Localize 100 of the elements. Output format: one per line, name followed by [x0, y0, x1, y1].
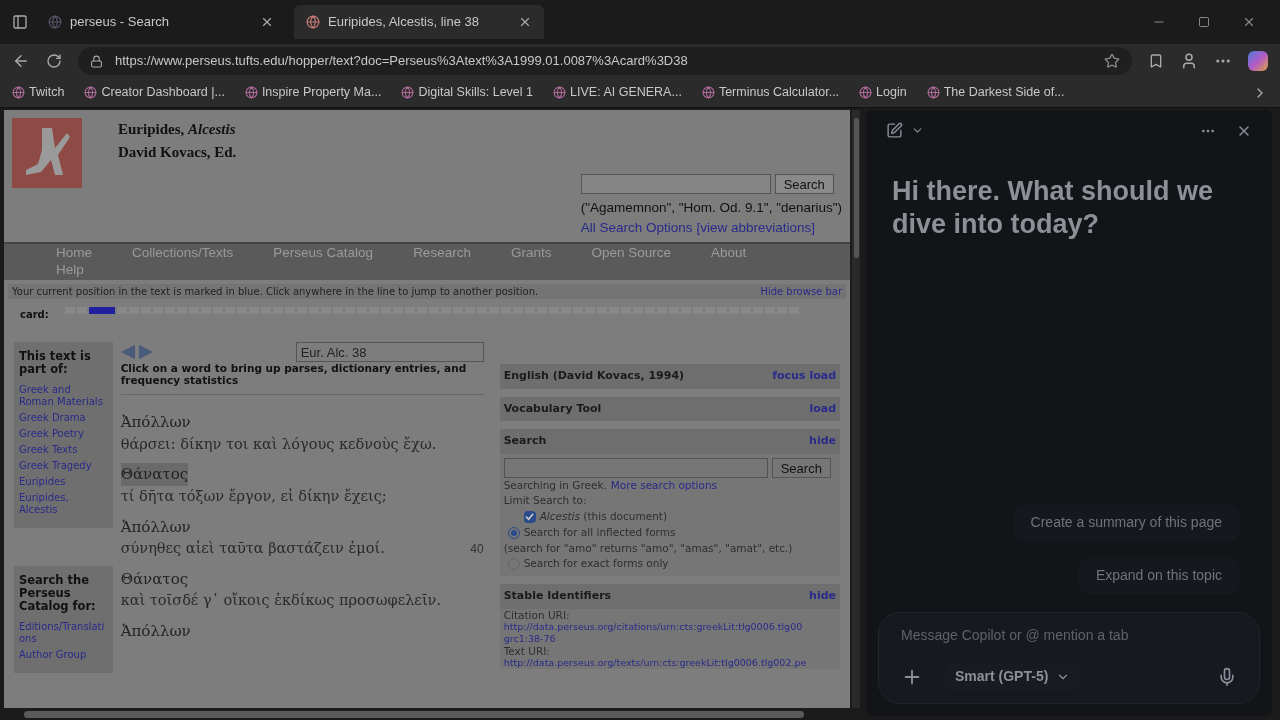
globe-icon [401, 86, 415, 99]
search-examples: ("Agamemnon", "Hom. Od. 9.1", "denarius") [580, 199, 842, 217]
favorites-icon[interactable] [1148, 53, 1164, 69]
verse-line[interactable]: θάρσει: δίκην τοι καὶ λόγους κεδνοὺς ἔχω. [120, 433, 437, 456]
address-bar[interactable]: https://www.perseus.tufts.edu/hopper/text?doc=Perseus%3Atext%3A1999.01.0087%3Acard%3D38 [78, 47, 1132, 75]
panel-link[interactable]: hide [809, 433, 837, 450]
message-input[interactable]: Message Copilot or @ mention a tab [893, 625, 1245, 646]
bookmark-item[interactable]: Terminus Calculator... [701, 83, 840, 102]
search-options-link[interactable]: All Search Options [580, 218, 693, 239]
sidebar-link[interactable]: Greek Drama [19, 412, 108, 424]
nav-link[interactable]: Perseus Catalog [273, 244, 374, 261]
copilot-icon[interactable] [1248, 51, 1268, 71]
sidebar-title: Search the Perseus Catalog for: [19, 574, 97, 613]
panel-link[interactable]: load [809, 368, 837, 385]
close-tab-icon[interactable] [260, 15, 274, 29]
browser-tab[interactable]: perseus - Search [36, 5, 286, 39]
panel-link[interactable]: load [809, 400, 837, 417]
favorite-icon[interactable] [1104, 53, 1120, 69]
close-window-icon[interactable] [1242, 15, 1256, 29]
sidebar-link[interactable]: Editions/Translations [19, 621, 108, 645]
panel-link[interactable]: hide [809, 588, 837, 605]
bookmark-item[interactable]: Login [859, 83, 907, 102]
suggestion-chip[interactable]: Create a summary of this page [1012, 504, 1240, 541]
sidebar-link[interactable]: Euripides, Alcestis [19, 492, 108, 516]
speaker-name[interactable]: Ἀπόλλων [120, 620, 191, 643]
text-uri-link[interactable]: http://data.perseus.org/texts/urn:cts:greekLit:tlg0006.tlg002.pe [503, 656, 837, 669]
bookmark-item[interactable]: Twitch [12, 83, 65, 102]
search-language-note: Searching in Greek. [503, 477, 607, 493]
nav-link[interactable]: About [711, 244, 747, 261]
close-tab-icon[interactable] [518, 15, 532, 29]
panel-title: Vocabulary Tool [503, 400, 602, 417]
sidebar-link[interactable]: Euripides [19, 476, 108, 488]
work-title: Euripides, Alcestis [118, 120, 237, 139]
editor-name: David Kovacs, Ed. [118, 142, 237, 162]
tab-title: Euripides, Alcestis, line 38 [328, 13, 481, 32]
line-number: 40 [470, 540, 484, 558]
bookmark-item[interactable]: Creator Dashboard |... [84, 83, 225, 102]
search-button[interactable]: Search [774, 174, 834, 194]
browser-tab[interactable]: Euripides, Alcestis, line 38 [294, 5, 544, 39]
bookmark-item[interactable]: The Darkest Side of... [926, 83, 1065, 102]
globe-icon [859, 86, 873, 99]
sidebar-link[interactable]: Greek Texts [19, 444, 108, 456]
sidebar-link[interactable]: Author Group [19, 649, 108, 661]
bookmark-item[interactable]: Digital Skills: Level 1 [401, 83, 534, 102]
citation-uri-tail[interactable]: grc1:38-76 [503, 632, 837, 645]
verse-line[interactable]: καὶ τοῖσδέ γ᾽ οἴκοις ἐκδίκως προσωφελεῖν. [120, 590, 441, 612]
speaker-name[interactable]: Ἀπόλλων [120, 411, 191, 434]
speaker-name[interactable]: Θάνατος [120, 463, 189, 486]
bookmark-item[interactable]: LIVE: AI GENERA... [553, 83, 682, 102]
nav-link[interactable]: Open Source [591, 244, 671, 261]
logo-drawing [12, 118, 82, 188]
radio-label: Search for all inflected forms [523, 524, 676, 540]
nav-link[interactable]: Collections/Texts [132, 244, 234, 261]
document-option-label: Alcestis (this document) [539, 509, 667, 524]
radio-hint: (search for "amo" returns "amo", "amas", "amat", etc.) [503, 540, 794, 556]
globe-icon [553, 86, 567, 99]
lock-icon [90, 54, 103, 68]
reload-icon[interactable] [46, 53, 62, 69]
panel-search-button[interactable]: Search [771, 457, 831, 478]
maximize-icon[interactable] [1198, 16, 1210, 28]
tab-favicon-icon [48, 15, 62, 29]
reader-instruction: Click on a word to bring up parses, dictionary entries, and frequency statistics [120, 362, 468, 386]
more-search-options-link[interactable]: More search options [610, 477, 718, 494]
panel-search-field[interactable] [503, 457, 768, 478]
speaker-name[interactable]: Ἀπόλλων [120, 515, 191, 538]
panel-link[interactable]: focus [772, 368, 806, 385]
citation-field[interactable]: Eur. Alc. 38 [295, 342, 484, 362]
document-checkbox[interactable] [523, 510, 536, 523]
nav-link[interactable]: Research [413, 244, 471, 261]
abbreviations-link[interactable]: [view abbreviations] [696, 218, 816, 239]
search-field[interactable] [580, 174, 771, 194]
tab-favicon-icon [306, 15, 320, 29]
text-uri-label: Text URI: [503, 644, 551, 657]
nav-link[interactable]: Home [56, 244, 92, 261]
globe-icon [84, 86, 98, 99]
greeting-text: Hi there. What should we dive into today? [891, 175, 1215, 241]
verse-line[interactable]: τί δῆτα τόξων ἔργον, εἰ δίκην ἔχεις; [120, 485, 387, 508]
back-icon[interactable] [12, 52, 30, 70]
nav-link[interactable]: Help [56, 261, 84, 278]
microphone-icon[interactable] [1217, 666, 1237, 687]
sidebar-toggle-icon[interactable] [12, 14, 28, 30]
bookmark-item[interactable]: Inspire Property Ma... [244, 83, 382, 102]
sidebar-link[interactable]: Greek and Roman Materials [19, 384, 108, 408]
speaker-name[interactable]: Θάνατος [120, 567, 189, 591]
panel-title: English (David Kovacs, 1994) [503, 368, 685, 384]
citation-uri-link[interactable]: http://data.perseus.org/citations/urn:cts:greekLit:tlg0006.tlg00 [503, 620, 837, 633]
sidebar-link[interactable]: Greek Poetry [19, 428, 108, 440]
new-chat-icon[interactable] [886, 122, 903, 139]
radio-label: Search for exact forms only [523, 556, 669, 572]
hide-browse-bar-link[interactable]: Hide browse bar [760, 284, 842, 299]
sidebar-title: This text is part of: [19, 350, 92, 376]
sidebar-link[interactable]: Greek Tragedy [19, 460, 108, 472]
position-notice: Your current position in the text is marked in blue. Click anywhere in the line to jump to another position. [12, 285, 539, 299]
verse-line[interactable]: σύνηθες αἰεὶ ταῦτα βαστάζειν ἐμοί. [120, 538, 385, 560]
nav-link[interactable]: Grants [510, 244, 552, 261]
vertical-scrollbar[interactable] [852, 110, 860, 708]
url-text: https://www.perseus.tufts.edu/hopper/text?doc=Perseus%3Atext%3A1999.01.0087%3Acard%3D38 [115, 52, 689, 71]
suggestion-chip[interactable]: Expand on this topic [1077, 557, 1240, 594]
profile-icon[interactable] [1180, 52, 1198, 70]
globe-icon [244, 86, 258, 99]
